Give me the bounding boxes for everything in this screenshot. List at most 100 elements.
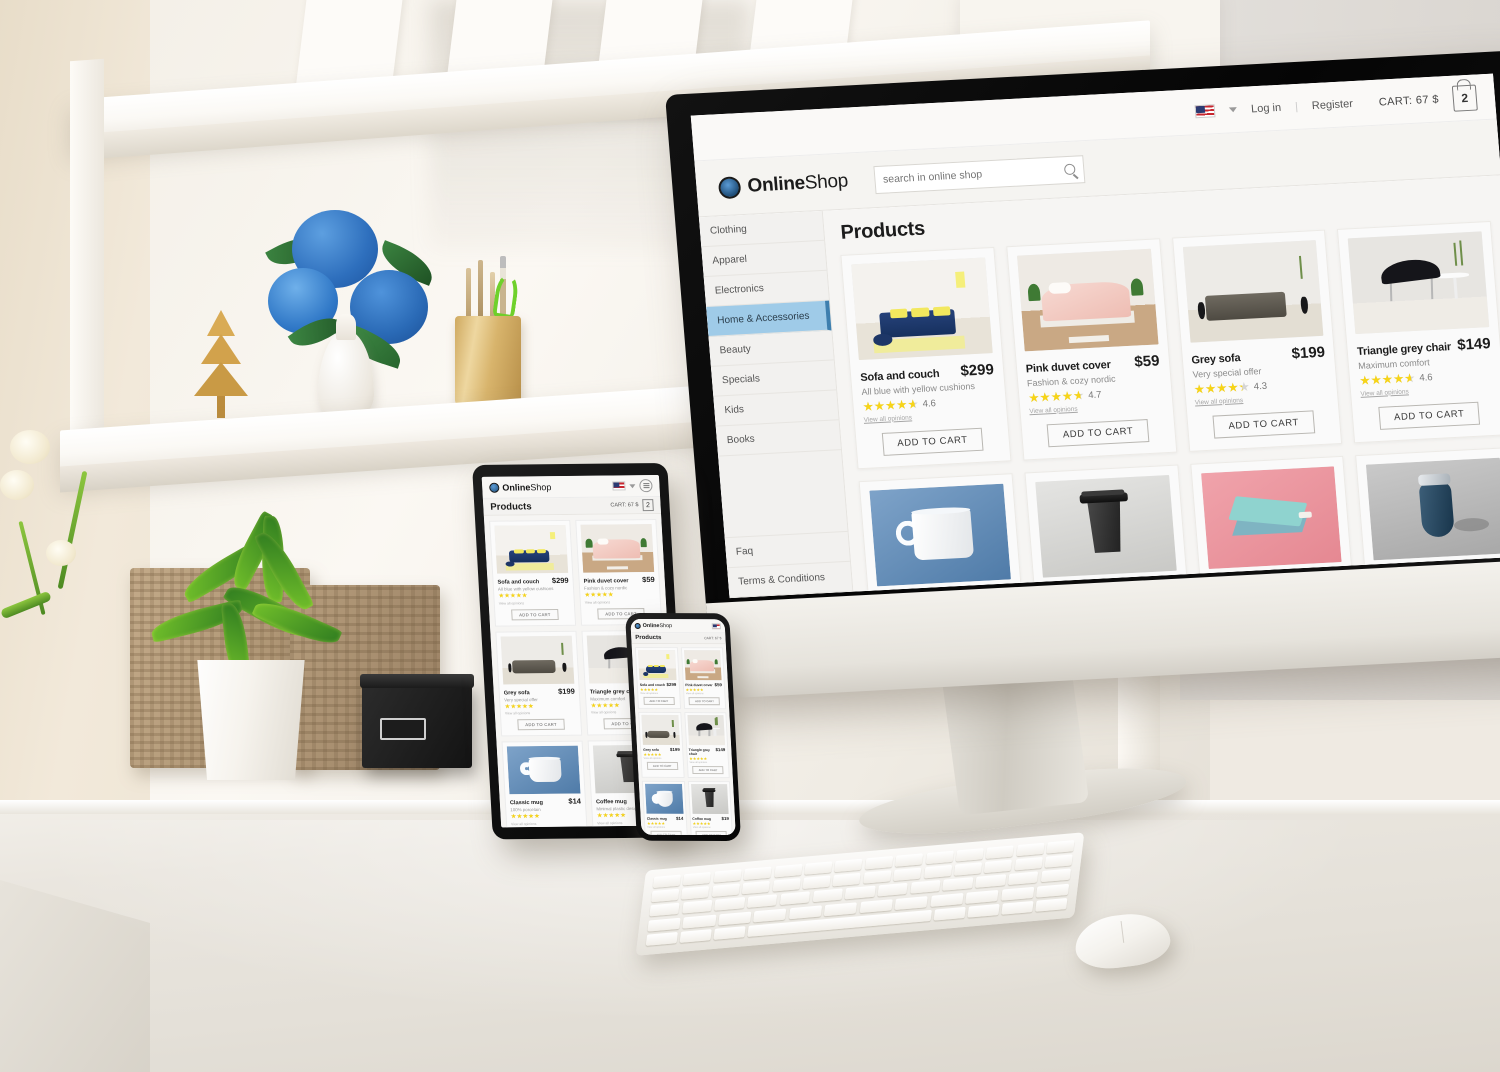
product-thumbnail[interactable] — [683, 650, 722, 681]
keyboard-key[interactable] — [953, 862, 983, 876]
keyboard-key[interactable] — [930, 892, 964, 907]
add-to-cart-button[interactable]: ADD TO CART — [688, 697, 721, 706]
add-to-cart-button[interactable]: ADD TO CART — [510, 608, 559, 620]
product-card[interactable]: Triangle grey chair $149 ★★★★★ ★★★★★ View al… — [683, 712, 730, 779]
phone-logo[interactable]: OnlineShop — [634, 622, 672, 629]
keyboard-key[interactable] — [649, 903, 680, 917]
keyboard-key[interactable] — [832, 873, 861, 887]
keyboard-key[interactable] — [713, 925, 746, 940]
chevron-down-icon[interactable] — [1228, 107, 1238, 113]
product-thumbnail[interactable] — [641, 714, 680, 745]
product-card[interactable]: Pink duvet cover $59 Fashion & cozy nordic… — [1005, 238, 1177, 461]
keyboard-key[interactable] — [1000, 886, 1034, 901]
us-flag-icon[interactable] — [711, 622, 721, 629]
keyboard-key[interactable] — [651, 888, 680, 903]
keyboard-key[interactable] — [923, 865, 952, 879]
product-thumbnail[interactable] — [690, 783, 729, 815]
product-card[interactable]: Sofa and couch $299 ★★★★★ ★★★★★ View all opi… — [634, 646, 681, 710]
product-card[interactable]: Grey sofa $199 Very special offer ★★★★★ ★★★★… — [1171, 229, 1343, 452]
product-card[interactable]: Pink duvet cover $59 Fashion & cozy nordic… — [575, 519, 663, 626]
product-thumbnail[interactable] — [1347, 231, 1490, 335]
keyboard-key[interactable] — [753, 907, 787, 922]
hamburger-menu-icon[interactable] — [639, 479, 653, 493]
product-card[interactable]: Classic mug$14100% porcelain★★★★★★★★★★4.… — [858, 472, 1030, 592]
keyboard-key[interactable] — [985, 845, 1015, 859]
view-all-opinions-link[interactable]: View all opinions — [505, 711, 576, 715]
add-to-cart-button[interactable]: ADD TO CART — [695, 830, 728, 836]
keyboard-key[interactable] — [984, 859, 1013, 874]
keyboard-key[interactable] — [772, 878, 801, 892]
keyboard-key[interactable] — [647, 917, 681, 932]
keyboard-key[interactable] — [652, 874, 682, 889]
keyboard-key[interactable] — [862, 870, 892, 884]
product-thumbnail[interactable] — [500, 635, 575, 684]
view-all-opinions-link[interactable]: View all opinions — [689, 761, 726, 764]
product-thumbnail[interactable] — [1016, 248, 1159, 352]
keyboard-key[interactable] — [967, 903, 1000, 918]
add-to-cart-button[interactable]: ADD TO CART — [1212, 409, 1315, 439]
keyboard-key[interactable] — [681, 886, 710, 900]
view-all-opinions-link[interactable]: View all opinions — [686, 692, 723, 695]
product-card[interactable]: Grey sofa $199 ★★★★★ ★★★★★ View all opinions… — [638, 711, 685, 778]
add-to-cart-button[interactable]: ADD TO CART — [646, 761, 678, 770]
search-box[interactable] — [872, 154, 1085, 194]
product-thumbnail[interactable] — [637, 649, 677, 681]
add-to-cart-button[interactable]: ADD TO CART — [1046, 418, 1150, 447]
keyboard-key[interactable] — [779, 891, 811, 906]
add-to-cart-button[interactable]: ADD TO CART — [517, 718, 566, 731]
keyboard-key[interactable] — [933, 906, 966, 921]
keyboard-key[interactable] — [741, 880, 771, 895]
keyboard-key[interactable] — [714, 897, 746, 912]
view-all-opinions-link[interactable]: View all opinions — [693, 826, 730, 829]
keyboard-key[interactable] — [975, 874, 1006, 889]
product-thumbnail[interactable] — [506, 745, 581, 795]
cart-total[interactable]: CART: 67 $ — [704, 636, 722, 640]
product-card[interactable]: Grey sofa $199 Very special offer ★★★★★ ★★★★… — [495, 630, 583, 737]
keyboard-key[interactable] — [1001, 900, 1034, 915]
search-input[interactable] — [882, 164, 1059, 186]
view-all-opinions-link[interactable]: View all opinions — [647, 826, 684, 829]
keyboard-key[interactable] — [965, 889, 999, 904]
keyboard-key[interactable] — [894, 895, 929, 910]
chevron-down-icon[interactable] — [629, 483, 636, 488]
login-link[interactable]: Log in — [1251, 101, 1282, 115]
keyboard-key[interactable] — [1044, 854, 1073, 868]
add-to-cart-button[interactable]: ADD TO CART — [881, 427, 984, 456]
keyboard-key[interactable] — [788, 904, 823, 919]
add-to-cart-button[interactable]: ADD TO CART — [692, 765, 724, 775]
keyboard-key[interactable] — [683, 871, 712, 886]
sidebar-item-terms[interactable]: Terms & Conditions — [727, 561, 853, 599]
keyboard-key[interactable] — [859, 898, 893, 913]
us-flag-icon[interactable] — [1194, 104, 1216, 119]
product-thumbnail[interactable] — [494, 524, 569, 574]
keyboard-key[interactable] — [1046, 840, 1075, 854]
product-card[interactable]: Coffee mug$19Minimal plastic design★★★★★… — [1024, 464, 1195, 592]
product-thumbnail[interactable] — [686, 715, 726, 746]
product-thumbnail[interactable] — [1200, 465, 1342, 569]
product-thumbnail[interactable] — [851, 257, 993, 361]
keyboard-key[interactable] — [834, 858, 863, 873]
keyboard-key[interactable] — [773, 863, 803, 878]
register-link[interactable]: Register — [1311, 98, 1353, 112]
keyboard-key[interactable] — [711, 883, 740, 898]
keyboard-key[interactable] — [681, 900, 713, 914]
keyboard-key[interactable] — [910, 880, 941, 895]
product-thumbnail[interactable] — [580, 524, 655, 573]
site-logo[interactable]: OnlineShop — [717, 170, 849, 199]
cart-button[interactable]: 2 — [1451, 84, 1478, 112]
keyboard-key[interactable] — [864, 855, 893, 870]
tablet-logo[interactable]: OnlineShop — [488, 482, 552, 493]
add-to-cart-button[interactable]: ADD TO CART — [650, 830, 682, 836]
keyboard-key[interactable] — [713, 869, 742, 883]
keyboard-key[interactable] — [812, 888, 843, 903]
keyboard-key[interactable] — [844, 886, 876, 900]
view-all-opinions-link[interactable]: View all opinions — [644, 757, 681, 760]
view-all-opinions-link[interactable]: View all opinions — [499, 600, 570, 605]
keyboard-key[interactable] — [925, 850, 954, 865]
keyboard-key[interactable] — [718, 911, 752, 926]
keyboard-key[interactable] — [1040, 868, 1071, 883]
keyboard-key[interactable] — [877, 883, 909, 897]
tablet-cart[interactable]: CART: 67 $ 2 — [610, 499, 654, 512]
search-icon[interactable] — [1063, 163, 1076, 176]
product-thumbnail[interactable] — [1034, 474, 1177, 578]
